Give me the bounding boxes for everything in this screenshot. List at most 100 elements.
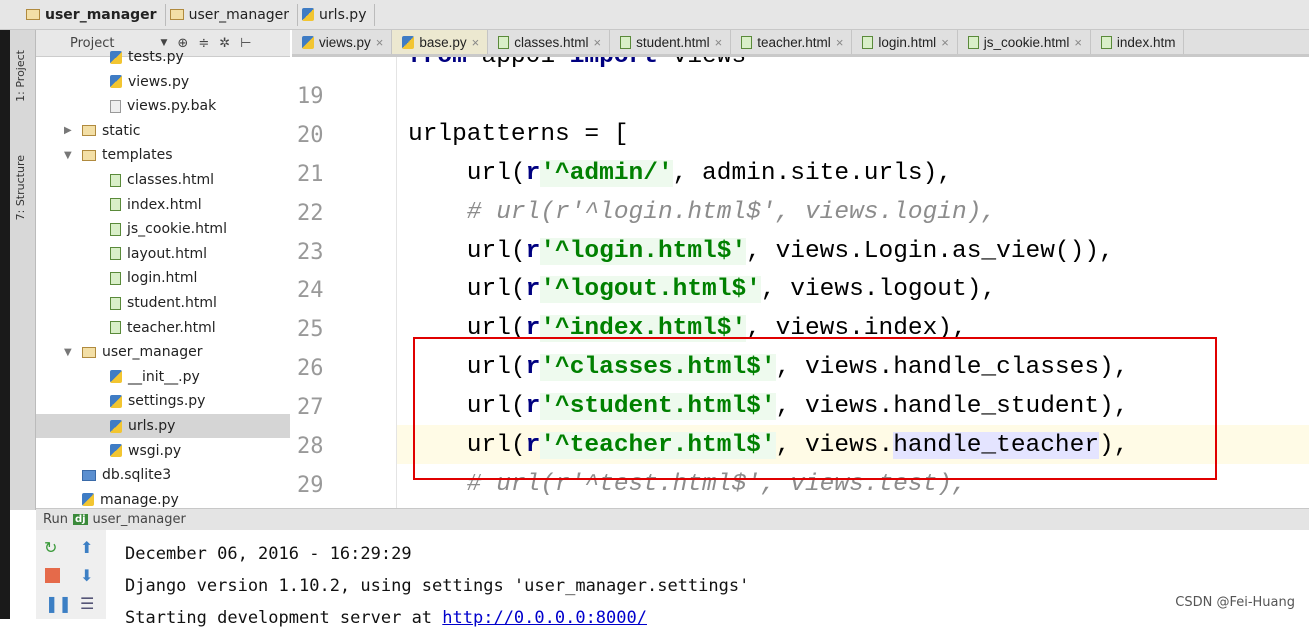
run-config-tab[interactable]: user_manager (93, 512, 186, 527)
pause-icon[interactable]: ❚❚ (45, 594, 72, 613)
stop-icon[interactable] (45, 568, 60, 583)
code-line: url(r'^logout.html$', views.logout), (408, 270, 996, 309)
tab-label: teacher.html (757, 34, 831, 50)
structure-tool-tab[interactable]: 7: Structure (14, 155, 27, 220)
run-bar: Run dj user_manager (36, 508, 1309, 530)
tree-item[interactable]: classes.html (36, 168, 290, 192)
tree-item-label: user_manager (102, 344, 203, 361)
code-token: r (525, 276, 541, 304)
tree-item[interactable]: tests.py (36, 45, 290, 69)
code-token: '^admin/' (540, 159, 673, 187)
editor-tabs: views.py × base.py × classes.html × student.ht… (292, 30, 1309, 57)
tree-item-label: index.html (127, 196, 202, 213)
line-number: 27 (297, 395, 324, 421)
close-icon[interactable]: × (715, 35, 723, 50)
tree-item[interactable]: student.html (36, 291, 290, 315)
django-icon: dj (72, 514, 88, 525)
tree-item[interactable]: views.py.bak (36, 94, 290, 118)
code-line: urlpatterns = [ (408, 115, 629, 154)
html-file-icon (110, 198, 121, 212)
python-file-icon (302, 8, 315, 21)
html-file-icon (110, 222, 121, 236)
close-icon[interactable]: × (472, 35, 480, 50)
tree-item-label: templates (102, 147, 173, 164)
tree-item[interactable]: settings.py (36, 389, 290, 413)
html-file-icon (1100, 35, 1112, 49)
tree-item[interactable]: login.html (36, 266, 290, 290)
close-icon[interactable]: × (594, 35, 602, 50)
folder-icon (82, 149, 96, 161)
tree-item[interactable]: teacher.html (36, 316, 290, 340)
close-icon[interactable]: × (376, 35, 384, 50)
tree-item-label: static (102, 122, 141, 139)
tree-item[interactable]: js_cookie.html (36, 217, 290, 241)
editor-tab[interactable]: teacher.html × (731, 30, 853, 54)
code-token: , views.Login.as_view()), (746, 237, 1114, 265)
python-file-icon (302, 35, 314, 49)
tree-item[interactable]: ▼ templates (36, 143, 290, 167)
editor-tab[interactable]: base.py × (392, 30, 489, 54)
python-file-icon (110, 419, 122, 433)
arrow-up-icon[interactable]: ⬆ (80, 538, 93, 557)
html-file-icon (862, 35, 874, 49)
code-line: # url(r'^login.html$', views.login), (408, 193, 996, 232)
breadcrumb: user_manager user_manager urls.py (0, 0, 1309, 30)
html-file-icon (110, 296, 121, 310)
highlight-box (413, 337, 1217, 480)
code-line: url(r'^admin/', admin.site.urls), (408, 154, 952, 193)
watermark: CSDN @Fei-Huang (1175, 595, 1295, 610)
server-link[interactable]: http://0.0.0.0:8000/ (442, 608, 647, 628)
line-number: 29 (297, 472, 324, 498)
tree-item[interactable]: urls.py (36, 414, 290, 438)
tree-item[interactable]: ▶ static (36, 119, 290, 143)
editor-tab[interactable]: views.py × (292, 30, 393, 54)
editor-tab[interactable]: login.html × (852, 30, 958, 54)
html-file-icon (741, 35, 753, 49)
tree-item[interactable]: __init__.py (36, 365, 290, 389)
tree-item-label: layout.html (127, 245, 208, 262)
arrow-down-icon[interactable]: ⬇ (80, 566, 93, 585)
line-number: 28 (297, 434, 324, 459)
tree-item-label: settings.py (128, 393, 206, 410)
tree-item-label: __init__.py (128, 368, 200, 385)
tree-item-label: student.html (127, 295, 217, 311)
close-icon[interactable]: × (941, 35, 949, 50)
tree-item[interactable]: layout.html (36, 242, 290, 266)
close-icon[interactable]: × (836, 35, 844, 50)
tree-item[interactable]: wsgi.py (36, 439, 290, 463)
tree-item[interactable]: db.sqlite3 (36, 463, 290, 487)
expanded-arrow-icon[interactable]: ▼ (64, 347, 76, 358)
html-file-icon (110, 321, 121, 335)
folder-icon (82, 346, 96, 358)
tree-item[interactable]: views.py (36, 70, 290, 94)
tab-label: classes.html (514, 34, 589, 50)
close-icon[interactable]: × (1074, 35, 1082, 50)
editor-tab[interactable]: classes.html × (488, 30, 611, 54)
project-tool-tab[interactable]: 1: Project (14, 50, 27, 102)
breadcrumb-item[interactable]: user_manager (166, 3, 299, 26)
folder-icon (169, 9, 184, 20)
soft-wrap-icon[interactable]: ☰ (80, 594, 94, 613)
rerun-icon[interactable]: ↻ (44, 538, 57, 557)
expanded-arrow-icon[interactable]: ▼ (64, 150, 76, 161)
html-file-icon (620, 35, 632, 49)
breadcrumb-item[interactable]: user_manager (22, 3, 166, 26)
line-number: 25 (297, 317, 324, 343)
console-line: Starting development server at http://0.… (125, 608, 647, 628)
editor-tab[interactable]: index.htm (1091, 30, 1185, 54)
folder-icon (26, 9, 40, 20)
breadcrumb-label: user_manager (45, 6, 157, 23)
line-number: 22 (297, 200, 324, 226)
console-text: December 06, 2016 - 16:29:29 (125, 544, 412, 564)
tab-label: views.py (319, 34, 371, 50)
code-token: r (525, 159, 541, 187)
tab-label: js_cookie.html (983, 34, 1070, 50)
tree-item[interactable]: index.html (36, 193, 290, 217)
editor-tab[interactable]: student.html × (610, 30, 732, 54)
collapsed-arrow-icon[interactable]: ▶ (64, 125, 76, 136)
editor-tab[interactable]: js_cookie.html × (958, 30, 1091, 54)
tree-item[interactable]: ▼ user_manager (36, 340, 290, 364)
line-number: 24 (297, 278, 324, 304)
breadcrumb-item[interactable]: urls.py (298, 3, 376, 26)
tree-item-label: teacher.html (127, 319, 216, 336)
